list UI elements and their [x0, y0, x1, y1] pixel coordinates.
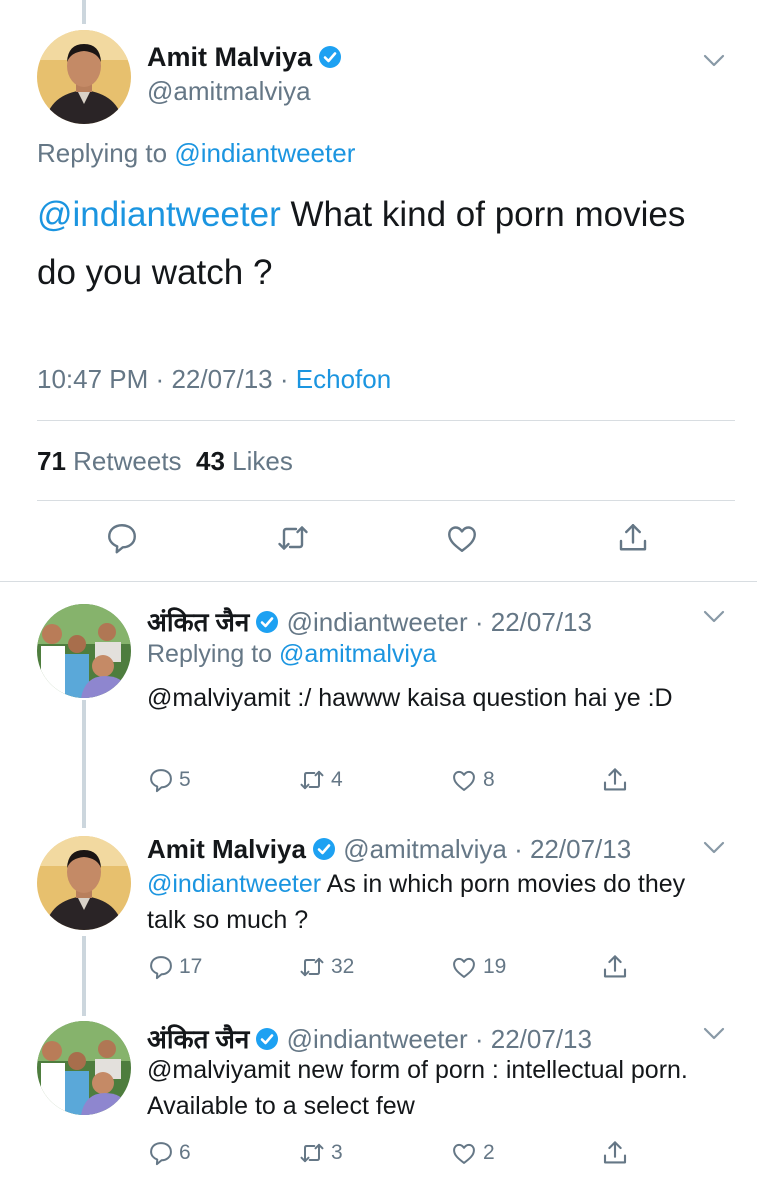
tweet-source-link[interactable]: Echofon [296, 364, 391, 394]
like-icon [453, 957, 475, 978]
reply-2-date[interactable]: · 22/07/13 [514, 834, 631, 864]
reply-button[interactable] [104, 520, 140, 556]
share-icon [603, 955, 627, 978]
avatar-amit-malviya[interactable] [37, 836, 131, 930]
retweet-icon [300, 770, 324, 790]
reply-1-text: @malviyamit :/ hawww kaisa question hai … [147, 684, 673, 712]
chevron-down-icon[interactable] [703, 841, 725, 855]
divider [0, 581, 757, 582]
share-icon [603, 768, 627, 791]
reply-count: 6 [179, 1141, 191, 1164]
tweet-author-name[interactable]: Amit Malviya [147, 42, 342, 73]
reply-1-share-button[interactable] [600, 765, 634, 795]
verified-badge-icon [312, 837, 336, 861]
share-icon [619, 524, 647, 551]
reply-count: 5 [179, 768, 191, 791]
share-button[interactable] [615, 520, 651, 556]
divider [37, 420, 735, 421]
verified-badge-icon [255, 610, 279, 634]
reply-2-share-button[interactable] [600, 952, 634, 982]
reply-2-handle[interactable]: @amitmalviya [343, 834, 507, 864]
reply-2-header: Amit Malviya @amitmalviya · 22/07/13 [147, 834, 631, 865]
tweet-time[interactable]: 10:47 PM [37, 364, 148, 394]
reply-1-author-name[interactable]: अंकित जैन [147, 607, 249, 637]
verified-badge-icon [318, 45, 342, 69]
like-label: Likes [232, 446, 293, 476]
chevron-down-icon[interactable] [703, 1027, 725, 1041]
reply-2-author-name[interactable]: Amit Malviya [147, 834, 306, 864]
meta-separator: · [155, 364, 165, 394]
like-icon [453, 1143, 475, 1164]
reply-3-share-button[interactable] [600, 1138, 634, 1168]
reply-count: 17 [179, 955, 203, 978]
reply-2-retweet-button[interactable]: 32 [297, 952, 354, 982]
retweet-count: 32 [331, 955, 355, 978]
replying-to: Replying to @indiantweeter [37, 138, 355, 169]
reply-1-handle[interactable]: @indiantweeter [287, 607, 468, 637]
reply-icon [108, 524, 136, 554]
share-icon [603, 1141, 627, 1164]
tweet-stats: 71 Retweets 43 Likes [37, 446, 293, 477]
reply-3-like-button[interactable]: 2 [449, 1138, 495, 1168]
tweet-mention-link[interactable]: @indiantweeter [37, 195, 281, 234]
reply-3-reply-button[interactable]: 6 [147, 1138, 191, 1168]
retweet-button[interactable] [275, 520, 311, 556]
like-count: 2 [483, 1141, 495, 1164]
thread-line-reply-1 [82, 700, 86, 828]
replying-prefix: Replying to [147, 640, 273, 668]
meta-separator: · [279, 364, 289, 394]
avatar-ankit-jain[interactable] [37, 1021, 131, 1115]
like-icon [453, 770, 475, 791]
likes-stat[interactable]: 43 Likes [196, 446, 293, 476]
reply-1-retweet-button[interactable]: 4 [297, 765, 343, 795]
tweet-author-handle[interactable]: @amitmalviya [147, 76, 311, 107]
reply-2-text: @indiantweeter As in which porn movies d… [147, 866, 722, 938]
thread-line-reply-2 [82, 936, 86, 1016]
retweet-icon [278, 526, 308, 550]
reply-icon [150, 1142, 172, 1166]
reply-icon [150, 956, 172, 980]
retweet-count: 71 [37, 446, 66, 476]
tweet-meta: 10:47 PM · 22/07/13 · Echofon [37, 364, 391, 395]
verified-badge-icon [255, 1027, 279, 1051]
reply-3-handle[interactable]: @indiantweeter [287, 1024, 468, 1054]
reply-3-retweet-button[interactable]: 3 [297, 1138, 343, 1168]
reply-1-header: अंकित जैन @indiantweeter · 22/07/13 [147, 603, 592, 639]
reply-2-like-button[interactable]: 19 [449, 952, 506, 982]
like-count: 19 [483, 955, 507, 978]
tweet-date[interactable]: 22/07/13 [171, 364, 272, 394]
retweet-icon [300, 1143, 324, 1163]
chevron-down-icon[interactable] [703, 54, 725, 68]
retweets-stat[interactable]: 71 Retweets [37, 446, 182, 476]
reply-3-author-name[interactable]: अंकित जैन [147, 1024, 249, 1054]
avatar-amit-malviya[interactable] [37, 30, 131, 124]
retweet-label: Retweets [73, 446, 182, 476]
reply-icon [150, 769, 172, 793]
reply-1-replying-to: Replying to @amitmalviya [147, 640, 436, 669]
reply-1-reply-button[interactable]: 5 [147, 765, 191, 795]
retweet-count: 4 [331, 768, 343, 791]
retweet-count: 3 [331, 1141, 343, 1164]
avatar-ankit-jain[interactable] [37, 604, 131, 698]
replying-to-link[interactable]: @amitmalviya [279, 640, 436, 668]
like-count: 43 [196, 446, 225, 476]
like-button[interactable] [444, 520, 480, 556]
replying-prefix: Replying to [37, 138, 168, 168]
reply-1-like-button[interactable]: 8 [449, 765, 495, 795]
reply-3-header: अंकित जैन @indiantweeter · 22/07/13 [147, 1020, 592, 1056]
reply-2-mention-link[interactable]: @indiantweeter [147, 870, 321, 898]
like-icon [448, 526, 476, 552]
divider [37, 500, 735, 501]
like-count: 8 [483, 768, 495, 791]
thread-line-top [82, 0, 86, 24]
replying-to-link[interactable]: @indiantweeter [174, 138, 355, 168]
reply-3-date[interactable]: · 22/07/13 [475, 1024, 592, 1054]
chevron-down-icon[interactable] [703, 610, 725, 624]
retweet-icon [300, 957, 324, 977]
author-name-text: Amit Malviya [147, 42, 313, 72]
reply-2-reply-button[interactable]: 17 [147, 952, 202, 982]
reply-3-text: @malviyamit new form of porn : intellect… [147, 1056, 688, 1120]
reply-1-date[interactable]: · 22/07/13 [475, 607, 592, 637]
tweet-text: @indiantweeter What kind of porn movies … [37, 186, 717, 302]
